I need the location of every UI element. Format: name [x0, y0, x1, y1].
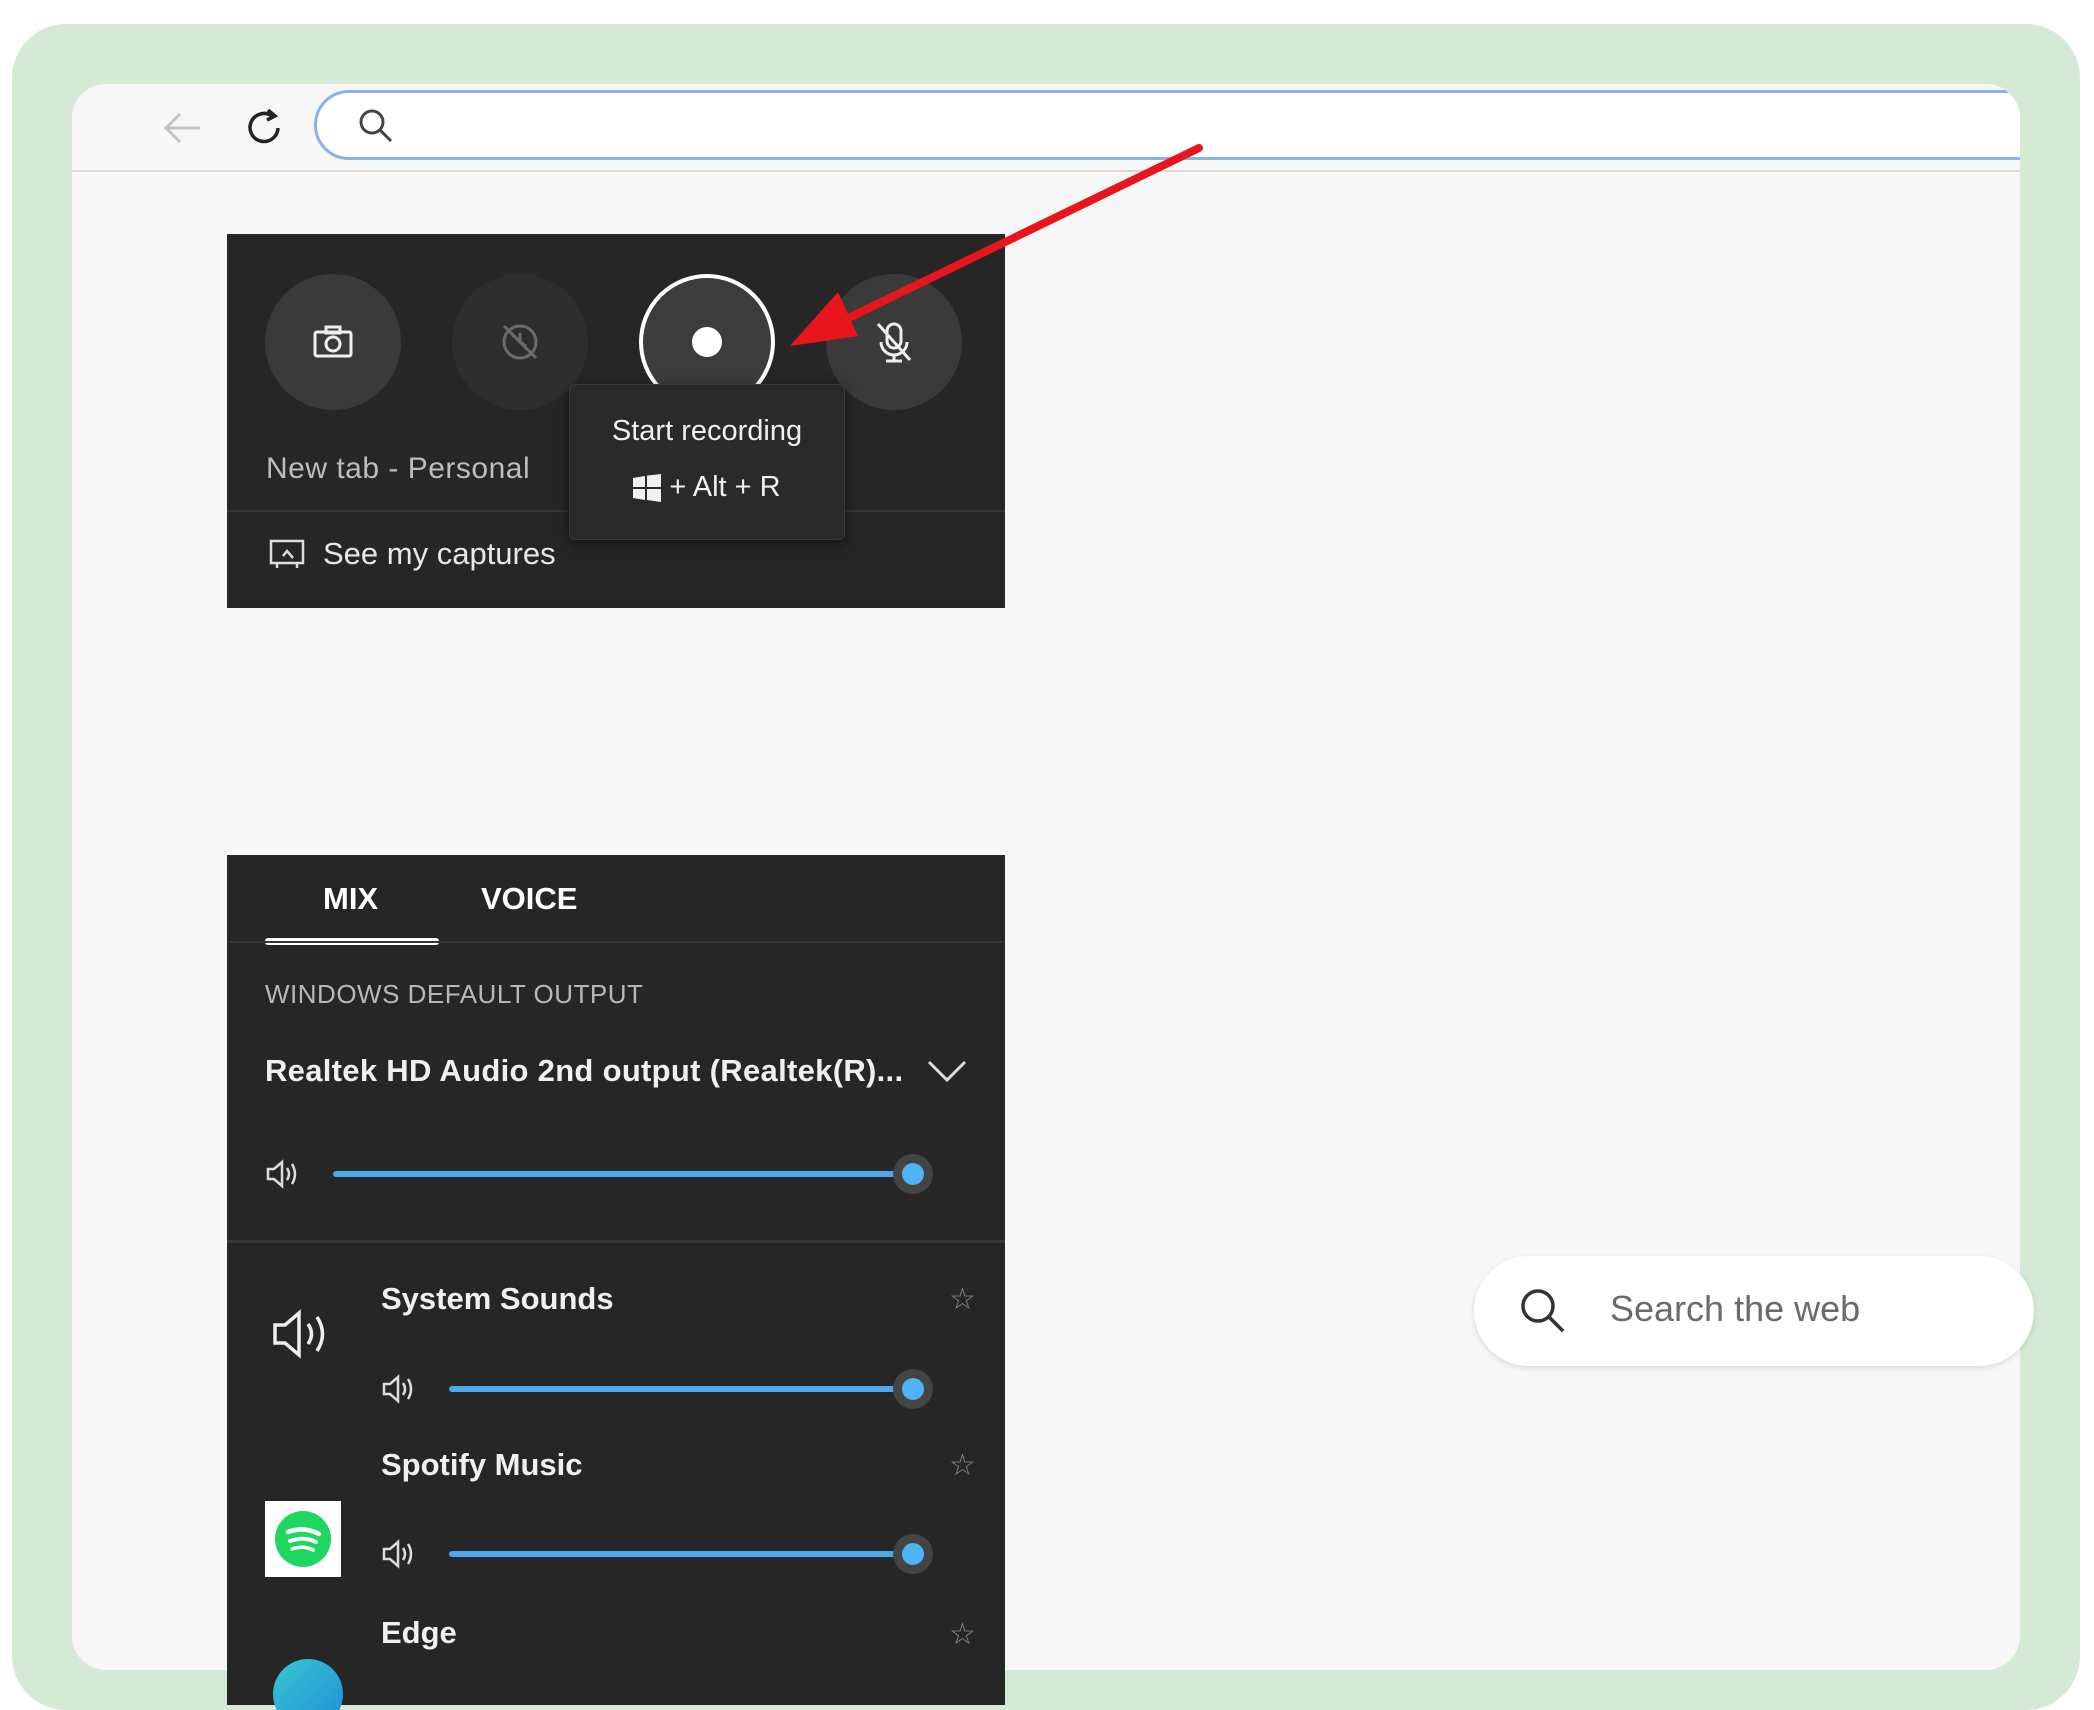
search-icon — [1521, 1289, 1565, 1333]
app-name: System Sounds — [381, 1281, 614, 1316]
tooltip-shortcut: + Alt + R — [570, 471, 844, 504]
see-my-captures-label: See my captures — [323, 536, 556, 571]
start-recording-tooltip: Start recording + Alt + R — [569, 384, 845, 540]
browser-toolbar — [72, 84, 2020, 172]
app-volume-slider[interactable] — [449, 1551, 913, 1557]
tooltip-title: Start recording — [611, 415, 803, 447]
mic-off-icon — [876, 322, 912, 363]
star-icon[interactable]: ☆ — [949, 1448, 976, 1483]
audio-widget: MIX VOICE WINDOWS DEFAULT OUTPUT Realtek… — [227, 855, 1005, 1710]
record-last-30-button[interactable] — [452, 274, 588, 410]
camera-icon — [313, 325, 353, 358]
app-volume-thumb[interactable] — [893, 1534, 933, 1574]
section-label: WINDOWS DEFAULT OUTPUT — [265, 979, 644, 1009]
app-name: Edge — [381, 1615, 457, 1650]
windows-logo-icon — [633, 473, 662, 502]
tab-voice[interactable]: VOICE — [481, 881, 577, 917]
screenshot-frame: New tab - Personal See my captures Start… — [12, 24, 2080, 1710]
record-last-disabled-icon — [502, 324, 538, 360]
tooltip-shortcut-text: + Alt + R — [669, 471, 781, 503]
capture-target-title: New tab - Personal — [266, 452, 531, 485]
search-icon — [359, 109, 393, 143]
address-bar[interactable] — [314, 90, 2020, 160]
master-volume-slider[interactable] — [333, 1171, 913, 1177]
star-icon[interactable]: ☆ — [949, 1617, 976, 1652]
record-icon — [692, 327, 722, 357]
app-volume-slider[interactable] — [449, 1386, 913, 1392]
web-search-box[interactable]: Search the web — [1474, 1256, 2034, 1366]
refresh-button[interactable] — [234, 98, 294, 158]
speaker-icon — [273, 1309, 325, 1359]
divider — [227, 941, 1005, 943]
edge-icon — [273, 1659, 343, 1710]
arrow-left-icon — [163, 112, 200, 144]
divider — [227, 1240, 1005, 1243]
see-my-captures-link[interactable]: See my captures — [269, 536, 556, 572]
output-device-select[interactable]: Realtek HD Audio 2nd output (Realtek(R).… — [265, 1053, 903, 1089]
web-search-placeholder: Search the web — [1610, 1288, 1861, 1329]
volume-icon[interactable] — [381, 1373, 417, 1405]
app-volume-thumb[interactable] — [893, 1369, 933, 1409]
spotify-icon — [265, 1501, 341, 1577]
tab-mix[interactable]: MIX — [323, 881, 378, 917]
mic-toggle-button[interactable] — [826, 274, 962, 410]
chevron-down-icon[interactable] — [927, 1060, 967, 1084]
capture-widget: New tab - Personal See my captures Start… — [227, 234, 1005, 608]
volume-icon[interactable] — [381, 1538, 417, 1570]
volume-icon[interactable] — [265, 1158, 301, 1190]
app-name: Spotify Music — [381, 1447, 583, 1482]
refresh-icon — [248, 108, 280, 144]
gallery-icon — [269, 539, 305, 568]
screenshot-button[interactable] — [265, 274, 401, 410]
back-button[interactable] — [152, 98, 212, 158]
star-icon[interactable]: ☆ — [949, 1282, 976, 1317]
master-volume-thumb[interactable] — [893, 1154, 933, 1194]
